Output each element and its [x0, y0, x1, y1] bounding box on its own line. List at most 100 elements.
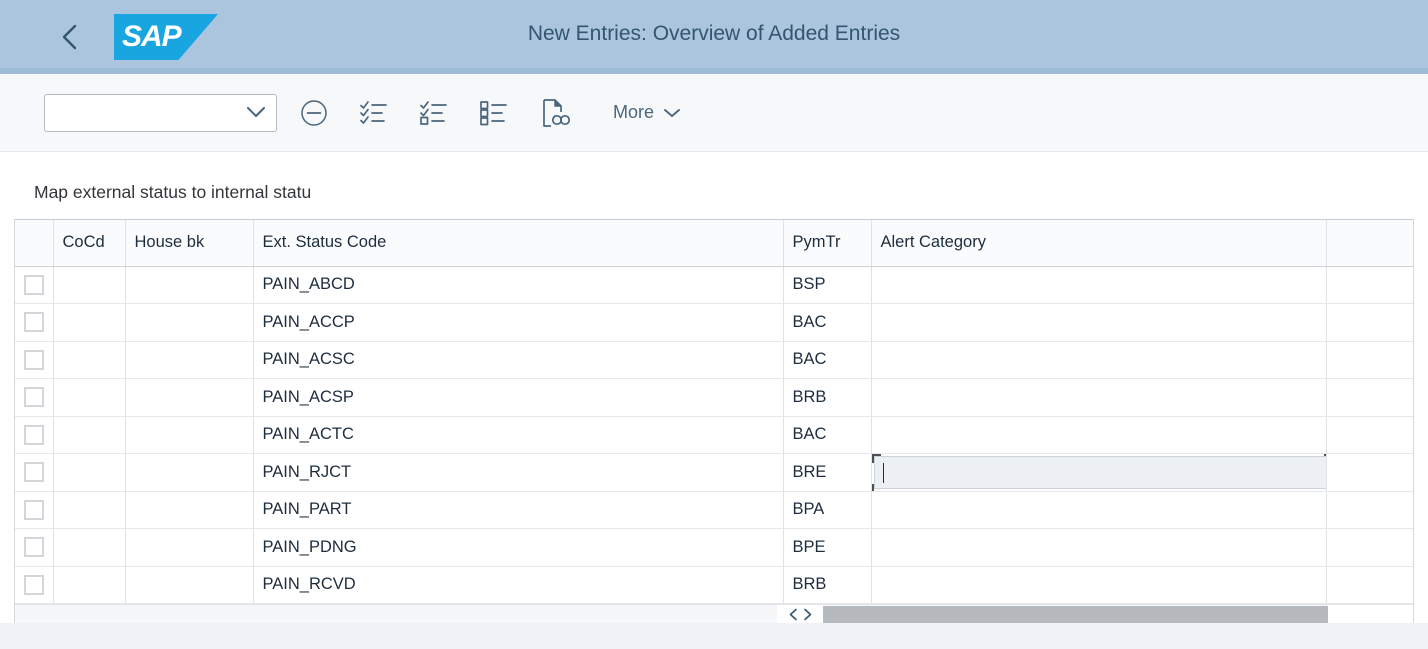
row-checkbox[interactable]: [24, 424, 44, 445]
cell-cocd[interactable]: [53, 341, 126, 379]
display-document-button[interactable]: [531, 90, 577, 136]
chevron-left-icon: [62, 24, 77, 50]
cell-cocd[interactable]: [53, 528, 126, 567]
more-menu-label: More: [613, 102, 655, 122]
table-row[interactable]: PAIN_ACTC BAC: [15, 416, 1413, 454]
alert-category-input[interactable]: [873, 456, 1325, 489]
row-select-cell[interactable]: [15, 416, 54, 454]
column-header-overflow: [1326, 220, 1413, 267]
cell-ext-status-code[interactable]: PAIN_PDNG: [253, 528, 784, 567]
row-checkbox[interactable]: [24, 274, 44, 295]
cell-alert-category[interactable]: [871, 378, 1327, 417]
table-row[interactable]: PAIN_RJCT BRE: [15, 453, 1413, 492]
row-select-cell[interactable]: [15, 528, 54, 567]
cell-pym-tr[interactable]: BRE: [783, 453, 872, 492]
cell-alert-category[interactable]: [871, 341, 1327, 379]
cell-alert-category[interactable]: [871, 566, 1327, 604]
cell-cocd[interactable]: [53, 416, 126, 454]
row-select-cell[interactable]: [15, 378, 54, 417]
cell-ext-status-code[interactable]: PAIN_ACSC: [253, 341, 784, 379]
cell-ext-status-code[interactable]: PAIN_ACSP: [253, 378, 784, 417]
table-row[interactable]: PAIN_ACSP BRB: [15, 378, 1413, 417]
cell-cocd[interactable]: [53, 303, 126, 342]
cell-cocd[interactable]: [53, 453, 126, 492]
cell-alert-category[interactable]: [871, 266, 1327, 304]
table-row[interactable]: PAIN_PART BPA: [15, 491, 1413, 529]
row-checkbox[interactable]: [24, 574, 44, 595]
scrollbar-track[interactable]: [1328, 604, 1413, 624]
back-button[interactable]: [48, 15, 92, 59]
scrollbar-thumb[interactable]: [823, 606, 1328, 623]
cell-pym-tr[interactable]: BRB: [783, 378, 872, 417]
cell-pym-tr[interactable]: BPA: [783, 491, 872, 529]
cell-ext-status-code[interactable]: PAIN_RJCT: [253, 453, 784, 492]
footer-strip: [0, 623, 1428, 649]
chevron-right-icon[interactable]: [803, 608, 812, 621]
cell-house-bk[interactable]: [125, 528, 254, 567]
cell-ext-status-code[interactable]: PAIN_ACTC: [253, 416, 784, 454]
column-header-alert-category[interactable]: Alert Category: [871, 220, 1327, 267]
delete-row-button[interactable]: [291, 90, 337, 136]
cell-pym-tr[interactable]: BSP: [783, 266, 872, 304]
cell-pym-tr[interactable]: BPE: [783, 528, 872, 567]
cell-house-bk[interactable]: [125, 341, 254, 379]
cell-cocd[interactable]: [53, 491, 126, 529]
row-select-cell[interactable]: [15, 341, 54, 379]
row-checkbox[interactable]: [24, 312, 44, 333]
cell-ext-status-code[interactable]: PAIN_RCVD: [253, 566, 784, 604]
column-header-house-bk[interactable]: House bk: [125, 220, 254, 267]
cell-alert-category[interactable]: [871, 303, 1327, 342]
cell-cocd[interactable]: [53, 266, 126, 304]
cell-cocd[interactable]: [53, 378, 126, 417]
row-checkbox[interactable]: [24, 387, 44, 408]
list-items-button[interactable]: [471, 90, 517, 136]
cell-ext-status-code[interactable]: PAIN_PART: [253, 491, 784, 529]
cell-pym-tr[interactable]: BRB: [783, 566, 872, 604]
cell-pym-tr[interactable]: BAC: [783, 416, 872, 454]
table-row[interactable]: PAIN_PDNG BPE: [15, 528, 1413, 567]
cell-alert-category[interactable]: [871, 453, 1327, 492]
cell-ext-status-code[interactable]: PAIN_ACCP: [253, 303, 784, 342]
cell-alert-category[interactable]: [871, 491, 1327, 529]
chevron-left-icon[interactable]: [789, 608, 798, 621]
cell-overflow: [1326, 453, 1413, 492]
cell-pym-tr[interactable]: BAC: [783, 303, 872, 342]
select-all-button[interactable]: [351, 90, 397, 136]
table-row[interactable]: PAIN_RCVD BRB: [15, 566, 1413, 604]
row-select-cell[interactable]: [15, 566, 54, 604]
cell-house-bk[interactable]: [125, 453, 254, 492]
cell-alert-category[interactable]: [871, 528, 1327, 567]
cell-house-bk[interactable]: [125, 416, 254, 454]
row-checkbox[interactable]: [24, 499, 44, 520]
row-checkbox[interactable]: [24, 349, 44, 370]
table-row[interactable]: PAIN_ACCP BAC: [15, 303, 1413, 342]
column-header-pym-tr[interactable]: PymTr: [783, 220, 872, 267]
cell-overflow: [1326, 528, 1413, 567]
row-checkbox[interactable]: [24, 537, 44, 558]
row-select-cell[interactable]: [15, 453, 54, 492]
horizontal-scrollbar[interactable]: [15, 604, 1413, 625]
select-block-button[interactable]: [411, 90, 457, 136]
cell-alert-category[interactable]: [871, 416, 1327, 454]
scrollbar-left-spacer: [15, 605, 777, 625]
cell-house-bk[interactable]: [125, 566, 254, 604]
more-menu-button[interactable]: More: [613, 93, 681, 133]
cell-house-bk[interactable]: [125, 303, 254, 342]
column-header-ext-status-code[interactable]: Ext. Status Code: [253, 220, 784, 267]
row-select-cell[interactable]: [15, 491, 54, 529]
table-row[interactable]: PAIN_ACSC BAC: [15, 341, 1413, 379]
table-row[interactable]: PAIN_ABCD BSP: [15, 266, 1413, 304]
column-header-cocd[interactable]: CoCd: [53, 220, 126, 267]
view-selector-combobox[interactable]: [44, 93, 277, 132]
cell-house-bk[interactable]: [125, 266, 254, 304]
cell-house-bk[interactable]: [125, 491, 254, 529]
row-select-cell[interactable]: [15, 266, 54, 304]
cell-ext-status-code[interactable]: PAIN_ABCD: [253, 266, 784, 304]
cell-cocd[interactable]: [53, 566, 126, 604]
cell-house-bk[interactable]: [125, 378, 254, 417]
cell-pym-tr[interactable]: BAC: [783, 341, 872, 379]
column-header-select[interactable]: [15, 220, 54, 267]
row-checkbox[interactable]: [24, 462, 44, 483]
row-select-cell[interactable]: [15, 303, 54, 342]
scrollbar-arrows[interactable]: [777, 604, 823, 624]
